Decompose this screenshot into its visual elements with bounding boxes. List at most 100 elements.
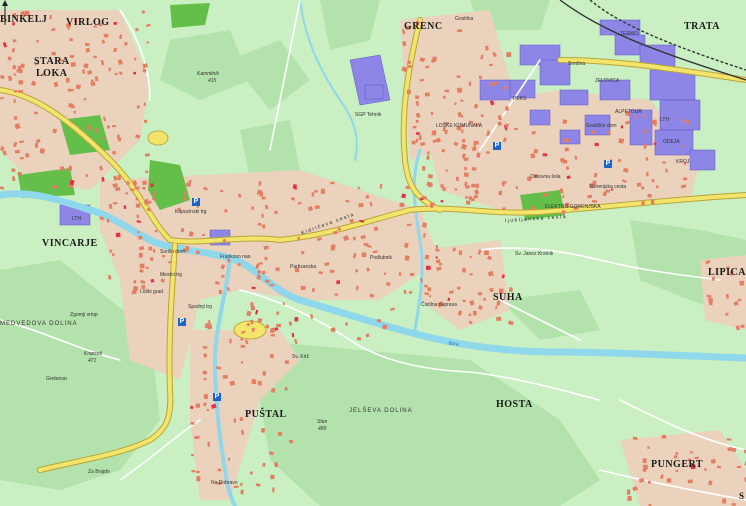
building xyxy=(34,142,39,148)
building xyxy=(320,188,325,194)
building xyxy=(251,286,256,290)
building xyxy=(148,246,153,251)
building xyxy=(222,374,228,379)
town-map[interactable]: BINKELJ VIRLOG STARA LOKA VINCARJE GRENC… xyxy=(0,0,746,506)
street-label-8: Loški grad xyxy=(140,289,164,295)
building xyxy=(472,310,477,316)
building xyxy=(180,228,185,233)
parking-icon[interactable]: P xyxy=(178,318,186,326)
building xyxy=(498,190,503,196)
building xyxy=(463,157,469,161)
building xyxy=(620,125,624,129)
building xyxy=(101,177,105,182)
building xyxy=(627,496,632,501)
building xyxy=(188,179,192,183)
building xyxy=(262,462,266,467)
building xyxy=(513,127,518,131)
building xyxy=(383,272,387,275)
place-vincarje: VINCARJE xyxy=(42,238,98,249)
building xyxy=(190,405,194,409)
building xyxy=(258,262,263,265)
building xyxy=(139,263,145,269)
building xyxy=(269,284,275,287)
peak-sten-name: Sten xyxy=(317,419,328,425)
building xyxy=(311,192,315,197)
building xyxy=(133,71,137,75)
place-suha: SUHA xyxy=(493,292,523,303)
building xyxy=(736,466,742,468)
building xyxy=(564,147,569,152)
building xyxy=(464,181,468,187)
building xyxy=(82,69,86,74)
building xyxy=(73,110,76,114)
feature-medvedova: MEDVEDOVA DOLINA xyxy=(0,321,78,327)
building xyxy=(191,469,196,473)
building xyxy=(488,82,493,87)
building xyxy=(18,80,24,85)
building xyxy=(108,67,111,72)
building xyxy=(294,338,298,345)
building xyxy=(146,41,150,44)
building xyxy=(357,186,361,190)
building xyxy=(647,446,650,449)
building xyxy=(650,199,655,205)
building xyxy=(186,182,191,187)
peak-kamnitnik-elev: 415 xyxy=(208,78,217,84)
building xyxy=(531,130,536,135)
compass-letter: S xyxy=(738,491,744,501)
place-grenc: GRENC xyxy=(404,21,443,32)
parking-icon[interactable]: P xyxy=(604,160,612,168)
building xyxy=(51,51,56,56)
building xyxy=(138,252,143,258)
building xyxy=(465,200,471,205)
compass-icon xyxy=(2,0,8,25)
building xyxy=(666,478,672,483)
peak-krancelj-elev: 471 xyxy=(88,358,97,364)
parking-icon[interactable]: P xyxy=(213,393,221,401)
building xyxy=(473,194,479,199)
street-label-27: LTH xyxy=(72,216,82,222)
building xyxy=(424,92,430,97)
parking-icon[interactable]: P xyxy=(493,142,501,150)
building xyxy=(426,181,432,187)
peak-kamnitnik-name: Kamnitnik xyxy=(197,71,219,77)
building xyxy=(480,114,484,117)
map-canvas[interactable] xyxy=(0,0,746,506)
building xyxy=(403,289,407,295)
building xyxy=(255,309,259,315)
building xyxy=(18,90,23,93)
building xyxy=(123,205,127,209)
building xyxy=(421,196,427,200)
building xyxy=(469,255,472,259)
building xyxy=(542,153,548,157)
building xyxy=(651,179,655,183)
building xyxy=(363,242,369,246)
street-label-1: Frankovo nas. xyxy=(220,254,252,260)
building xyxy=(345,322,349,326)
building xyxy=(432,56,437,62)
building xyxy=(288,321,292,326)
building xyxy=(239,417,244,421)
building xyxy=(270,330,274,334)
building xyxy=(462,138,466,143)
road-kapuc: Kapucinski trg xyxy=(175,209,207,215)
parking-icon[interactable]: P xyxy=(192,198,200,206)
building xyxy=(422,166,426,171)
street-label-26: Gorenjska cesta xyxy=(590,184,627,190)
building xyxy=(14,149,20,154)
building xyxy=(257,380,263,386)
building xyxy=(442,187,446,192)
building xyxy=(355,269,359,273)
place-pungert: PUNGERT xyxy=(651,459,704,470)
street-label-3: Podlubnik xyxy=(370,255,392,261)
street-label-9: Grebenar xyxy=(46,376,68,382)
building xyxy=(460,114,464,118)
building xyxy=(565,166,570,170)
building xyxy=(416,132,420,135)
building xyxy=(689,451,693,454)
building xyxy=(483,250,490,256)
building xyxy=(406,89,411,95)
building xyxy=(115,232,121,238)
building xyxy=(270,334,275,337)
building xyxy=(141,10,146,14)
